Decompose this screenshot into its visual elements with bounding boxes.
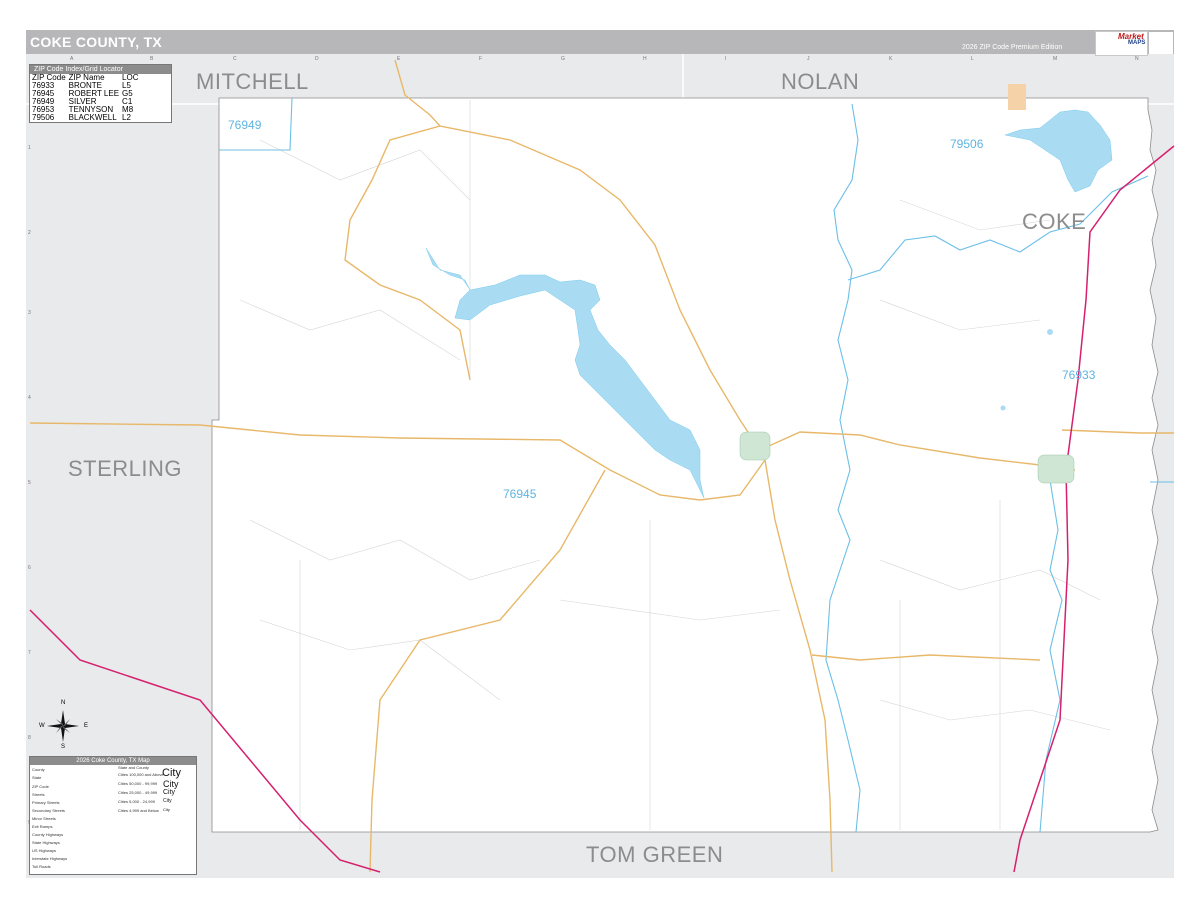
zip-name: BLACKWELL bbox=[68, 113, 117, 122]
legend-pop-class: Cities 100,000 and Above bbox=[118, 772, 164, 777]
grid-letter: I bbox=[725, 56, 727, 62]
zip-label-76945: 76945 bbox=[503, 487, 537, 501]
zip-label-76933: 76933 bbox=[1062, 368, 1096, 382]
grid-number: 2 bbox=[28, 230, 31, 236]
compass-n: N bbox=[61, 700, 66, 706]
grid-letter: E bbox=[397, 56, 401, 62]
zip-index-row: 79506 BLACKWELL L2 bbox=[32, 114, 142, 122]
grid-letter: C bbox=[233, 56, 237, 62]
legend-pop-class: Cities 5,000 - 24,999 bbox=[118, 799, 155, 804]
legend-item: Streets bbox=[32, 792, 45, 797]
legend-item: State Highways bbox=[32, 840, 60, 845]
zip-code: 79506 bbox=[32, 113, 55, 122]
legend-pop-class: Cities 25,000 - 49,999 bbox=[118, 790, 158, 795]
grid-letter: M bbox=[1053, 56, 1058, 62]
neighbor-sterling: STERLING bbox=[68, 456, 183, 481]
zip-code-index: ZIP Code Index/Grid Locator ZIP Code ZIP… bbox=[29, 64, 172, 123]
pond bbox=[1000, 405, 1006, 411]
legend-item: ZIP Code bbox=[32, 784, 49, 789]
zip-label-79506: 79506 bbox=[950, 137, 984, 151]
grid-letter: N bbox=[1135, 56, 1139, 62]
map-title: COKE COUNTY, TX bbox=[30, 34, 163, 50]
legend-item: Primary Streets bbox=[32, 800, 60, 805]
zip-label-76949: 76949 bbox=[228, 118, 262, 132]
legend-item: Toll Roads bbox=[32, 864, 51, 869]
legend-pop-class: Cities 50,000 - 99,999 bbox=[118, 781, 158, 786]
grid-number: 3 bbox=[28, 310, 31, 316]
bronte-area bbox=[1037, 454, 1075, 484]
legend-pop-class: Cities 4,999 and Below bbox=[118, 808, 159, 813]
zip-index-table: ZIP Code ZIP Name LOC 76933 BRONTE L5 76… bbox=[32, 74, 142, 122]
compass-rose bbox=[47, 710, 79, 742]
robert-lee-area bbox=[739, 431, 771, 461]
grid-number: 7 bbox=[28, 650, 31, 656]
compass-w: W bbox=[39, 723, 45, 729]
grid-letter: H bbox=[643, 56, 647, 62]
grid-number: 6 bbox=[28, 565, 31, 571]
edition-label: 2026 ZIP Code Premium Edition bbox=[962, 44, 1063, 51]
county-label-coke: COKE bbox=[1022, 209, 1087, 234]
grid-letter: J bbox=[807, 56, 810, 62]
legend-city-sample: City bbox=[163, 779, 179, 789]
neighbor-nolan: NOLAN bbox=[781, 69, 860, 94]
legend-city-sample: City bbox=[162, 767, 181, 779]
neighbor-tom-green: TOM GREEN bbox=[586, 842, 724, 867]
grid-number: 8 bbox=[28, 735, 31, 741]
grid-letter: D bbox=[315, 56, 319, 62]
legend-item: County Highways bbox=[32, 832, 64, 837]
grid-number: 5 bbox=[28, 480, 31, 486]
legend-item: County bbox=[32, 767, 45, 772]
compass-s: S bbox=[61, 744, 66, 750]
logo-info-box bbox=[1149, 32, 1173, 54]
legend-city-sample: City bbox=[163, 807, 170, 812]
grid-letter: A bbox=[70, 56, 74, 62]
grid-letter: B bbox=[150, 56, 154, 62]
legend-city-sample: City bbox=[163, 798, 172, 804]
legend-header: 2026 Coke County, TX Map bbox=[30, 757, 196, 765]
legend-item: Minor Streets bbox=[32, 816, 56, 821]
legend-pop-header: State and County bbox=[118, 765, 149, 770]
legend-item: Secondary Streets bbox=[32, 808, 65, 813]
pond bbox=[1047, 329, 1053, 335]
logo-maps: MAPS bbox=[1128, 40, 1146, 46]
grid-letter: K bbox=[889, 56, 893, 62]
legend-item: Interstate Highways bbox=[32, 856, 68, 861]
grid-letter: L bbox=[971, 56, 974, 62]
legend-item: US Highways bbox=[32, 848, 57, 853]
compass-e: E bbox=[84, 723, 89, 729]
grid-letter: F bbox=[479, 56, 483, 62]
neighbor-mitchell: MITCHELL bbox=[196, 69, 309, 94]
grid-number: 4 bbox=[28, 395, 31, 401]
blackwell-area bbox=[1008, 84, 1026, 110]
legend-city-sample: City bbox=[163, 789, 176, 796]
grid-number: 1 bbox=[28, 145, 31, 151]
zip-loc: L2 bbox=[122, 113, 131, 122]
grid-letter: G bbox=[561, 56, 565, 62]
legend-item: State bbox=[32, 775, 42, 780]
legend-item: Exit Ramps bbox=[32, 824, 53, 829]
